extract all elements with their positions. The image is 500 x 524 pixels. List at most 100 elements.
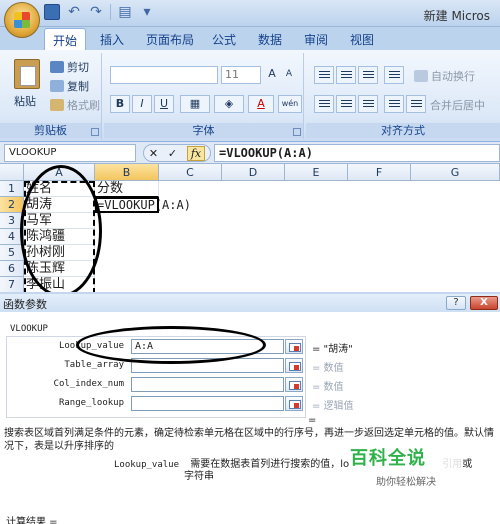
column-header[interactable]: D <box>222 164 285 181</box>
align-bottom-button[interactable] <box>358 66 378 84</box>
help-button[interactable]: ? <box>446 296 466 310</box>
row-header[interactable]: 1 <box>0 181 24 197</box>
paste-button[interactable]: 粘贴 <box>14 93 36 109</box>
redo-icon[interactable]: ↷ <box>88 4 104 20</box>
grow-font-button[interactable]: A <box>264 66 280 84</box>
column-header[interactable]: G <box>411 164 500 181</box>
tab-home[interactable]: 开始 <box>44 28 87 50</box>
scissors-icon <box>50 61 64 73</box>
range-lookup-result: = 逻辑值 <box>312 401 354 412</box>
title-bar: ↶ ↷ ▤ ▾ 新建 Micros <box>0 0 500 27</box>
merge-center-label: 合并后居中 <box>430 99 485 112</box>
active-cell-outline <box>95 197 159 213</box>
copy-button[interactable]: 复制 <box>50 78 89 94</box>
copy-label: 复制 <box>67 80 89 93</box>
font-group: 11 A A B I U ▦ ◈ A wén 字体 <box>104 53 304 139</box>
formula-input[interactable]: =VLOOKUP(A:A) <box>214 144 500 162</box>
toolbar-separator <box>110 4 111 20</box>
align-right-button[interactable] <box>358 95 378 113</box>
collapse-dialog-icon[interactable] <box>285 396 303 411</box>
insert-function-icon[interactable]: fx <box>186 145 206 161</box>
collapse-dialog-icon[interactable] <box>285 358 303 373</box>
format-painter-button[interactable]: 格式刷 <box>50 97 100 113</box>
paste-icon[interactable] <box>14 59 40 89</box>
ribbon-tabs: 开始 插入 页面布局 公式 数据 审阅 视图 <box>0 27 500 50</box>
save-icon[interactable] <box>44 4 60 20</box>
font-size-combo[interactable]: 11 <box>221 66 261 84</box>
clipboard-launcher-icon[interactable] <box>91 128 99 136</box>
argument-name: Lookup_value <box>114 460 180 470</box>
bold-button[interactable]: B <box>110 95 130 113</box>
column-header[interactable]: B <box>95 164 159 181</box>
cut-button[interactable]: 剪切 <box>50 59 89 75</box>
tab-formulas[interactable]: 公式 <box>212 31 236 48</box>
font-name-combo[interactable] <box>110 66 218 84</box>
annotation-circle-lookup-value <box>76 326 266 364</box>
col-index-num-input[interactable] <box>131 377 284 392</box>
shrink-font-button[interactable]: A <box>281 66 297 84</box>
arg-label-col-index-num: Col_index_num <box>53 379 124 389</box>
font-color-button[interactable]: A <box>248 95 274 113</box>
decrease-indent-button[interactable] <box>384 95 404 113</box>
function-name: VLOOKUP <box>10 324 48 334</box>
table-array-result: = 数值 <box>312 363 344 374</box>
column-header[interactable]: C <box>159 164 222 181</box>
formula-bar: VLOOKUP ✕ ✓ fx =VLOOKUP(A:A) <box>0 142 500 164</box>
align-left-button[interactable] <box>314 95 334 113</box>
fill-color-button[interactable]: ◈ <box>214 95 244 113</box>
alignment-group-label: 对齐方式 <box>306 123 500 138</box>
column-header[interactable]: E <box>285 164 348 181</box>
name-box[interactable]: VLOOKUP <box>4 144 136 162</box>
wrap-text-button[interactable]: 自动换行 <box>414 68 475 84</box>
office-logo-icon <box>14 12 30 28</box>
formula-controls: ✕ ✓ fx <box>143 144 211 162</box>
tab-view[interactable]: 视图 <box>350 31 374 48</box>
row-header[interactable]: 6 <box>0 261 24 277</box>
lookup-value-result: = "胡涛" <box>312 344 353 355</box>
clipboard-group-label: 剪贴板 <box>0 123 101 138</box>
tab-insert[interactable]: 插入 <box>100 31 124 48</box>
wrap-text-label: 自动换行 <box>431 70 475 83</box>
borders-button[interactable]: ▦ <box>180 95 210 113</box>
cancel-icon[interactable]: ✕ <box>149 147 158 160</box>
cut-label: 剪切 <box>67 61 89 74</box>
italic-button[interactable]: I <box>132 95 152 113</box>
cell-b1[interactable]: 分数 <box>95 181 159 197</box>
tab-data[interactable]: 数据 <box>258 31 282 48</box>
select-all-corner[interactable] <box>0 164 24 181</box>
wrap-text-icon <box>414 70 428 82</box>
column-header[interactable]: F <box>348 164 411 181</box>
close-button[interactable]: X <box>470 296 498 310</box>
merge-center-button[interactable]: 合并后居中 <box>430 97 485 113</box>
increase-indent-button[interactable] <box>406 95 426 113</box>
tab-page-layout[interactable]: 页面布局 <box>146 31 194 48</box>
quick-access-toolbar: ↶ ↷ ▤ ▾ <box>44 4 155 20</box>
undo-icon[interactable]: ↶ <box>66 4 82 20</box>
alignment-group: 自动换行 合并后居中 对齐方式 <box>306 53 500 139</box>
font-launcher-icon[interactable] <box>293 128 301 136</box>
align-center-button[interactable] <box>336 95 356 113</box>
range-lookup-input[interactable] <box>131 396 284 411</box>
orientation-button[interactable] <box>384 66 404 84</box>
align-top-button[interactable] <box>314 66 334 84</box>
underline-button[interactable]: U <box>154 95 174 113</box>
customize-toolbar-icon[interactable]: ▾ <box>139 4 155 20</box>
row-header[interactable]: 7 <box>0 277 24 293</box>
watermark: 百科全说 助你轻松解决 <box>350 444 462 496</box>
phonetic-button[interactable]: wén <box>278 95 302 113</box>
arg-label-range-lookup: Range_lookup <box>58 398 124 408</box>
collapse-dialog-icon[interactable] <box>285 339 303 354</box>
watermark-title: 百科全说 <box>350 448 426 469</box>
align-middle-button[interactable] <box>336 66 356 84</box>
row-header[interactable]: 2 <box>0 197 24 213</box>
tab-review[interactable]: 审阅 <box>304 31 328 48</box>
enter-icon[interactable]: ✓ <box>168 147 177 160</box>
formula-result: 计算结果 = <box>6 517 58 524</box>
brush-icon <box>50 99 64 111</box>
collapse-dialog-icon[interactable] <box>285 377 303 392</box>
copy-icon <box>50 80 64 92</box>
format-painter-label: 格式刷 <box>67 99 100 112</box>
arg-label-table-array: Table_array <box>64 360 124 370</box>
office-button[interactable] <box>4 2 40 38</box>
print-icon[interactable]: ▤ <box>117 4 133 20</box>
